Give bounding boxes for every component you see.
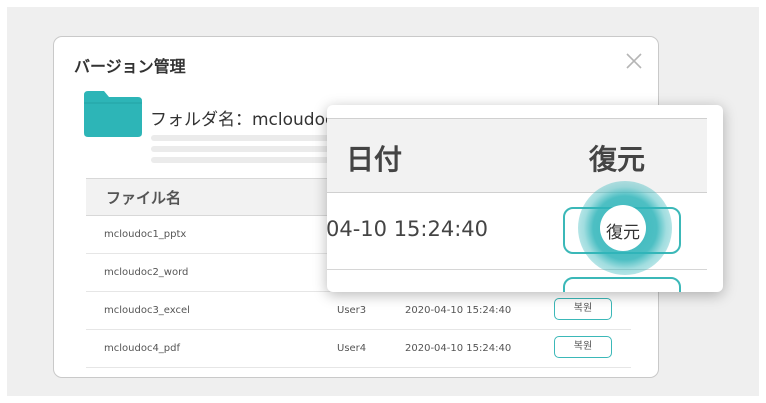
close-icon[interactable] xyxy=(624,51,644,71)
restore-button[interactable]: 복원 xyxy=(554,298,612,320)
placeholder-line xyxy=(151,146,331,152)
folder-name: フォルダ名：mcloudoc xyxy=(150,110,335,130)
date-value: 2020-04-10 15:24:40 xyxy=(405,305,512,316)
file-name: mcloudoc3_excel xyxy=(104,305,190,316)
user-name: User3 xyxy=(337,305,367,316)
dialog-title: バージョン管理 xyxy=(74,57,186,76)
user-name: User4 xyxy=(337,343,367,354)
file-name: mcloudoc1_pptx xyxy=(104,229,187,240)
restore-button[interactable]: 복원 xyxy=(554,336,612,358)
column-header-date: 日付 xyxy=(346,143,403,176)
restore-button[interactable] xyxy=(563,207,681,254)
zoom-callout: 日付 復元 04-10 15:24:40 xyxy=(327,105,723,292)
file-name: mcloudoc2_word xyxy=(104,267,189,278)
file-name: mcloudoc4_pdf xyxy=(104,343,181,354)
column-header-restore: 復元 xyxy=(589,143,646,176)
date-value: 2020-04-10 15:24:40 xyxy=(405,343,512,354)
folder-icon xyxy=(84,91,142,137)
date-value: 04-10 15:24:40 xyxy=(327,217,489,241)
zoom-table-row: 04-10 15:24:40 xyxy=(327,193,707,270)
table-row[interactable]: mcloudoc3_excel User3 2020-04-10 15:24:4… xyxy=(86,292,631,330)
placeholder-line xyxy=(151,157,331,163)
restore-button[interactable] xyxy=(563,277,681,292)
column-header-filename: ファイル名 xyxy=(106,189,182,207)
placeholder-line xyxy=(151,135,331,141)
table-row[interactable]: mcloudoc4_pdf User4 2020-04-10 15:24:40 … xyxy=(86,330,631,368)
zoom-table-header: 日付 復元 xyxy=(327,118,707,193)
